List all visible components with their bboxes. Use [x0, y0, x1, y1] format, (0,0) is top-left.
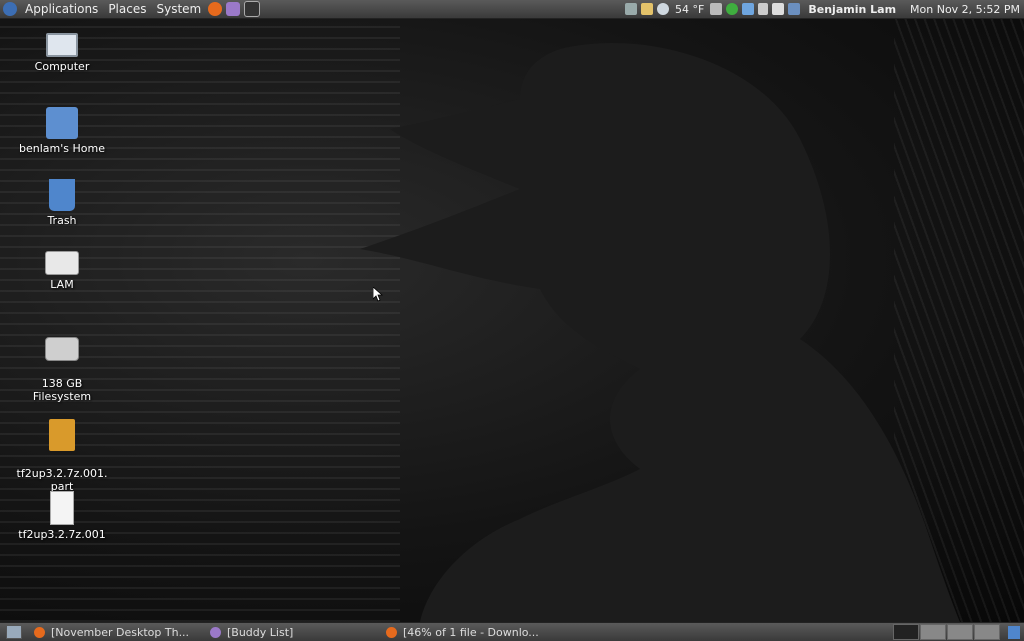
clock[interactable]: Mon Nov 2, 5:52 PM — [910, 3, 1020, 16]
firefox-icon — [34, 626, 45, 638]
desktop-icon-usb-drive[interactable]: LAM — [14, 251, 110, 291]
taskbar-item-label: [46% of 1 file - Downlo... — [403, 625, 539, 639]
taskbar-item-downloads[interactable]: [46% of 1 file - Downlo... — [380, 624, 552, 640]
workspace-2[interactable] — [920, 624, 946, 640]
download-icon — [386, 626, 397, 638]
desktop-icon-label: Computer — [34, 60, 90, 73]
desktop-icon-label: tf2up3.2.7z.001 — [18, 528, 106, 541]
bottom-panel: [November Desktop Th... [Buddy List] [46… — [0, 622, 1024, 641]
desktop-icon-label: LAM — [50, 278, 74, 291]
desktop-icon-label: benlam's Home — [19, 142, 105, 155]
mouse-pointer-icon — [373, 287, 384, 302]
workspace-switcher — [892, 624, 1000, 640]
document-icon — [50, 491, 74, 525]
terminal-launcher-icon[interactable] — [244, 1, 261, 17]
workspace-4[interactable] — [974, 624, 1000, 640]
folder-tray-icon[interactable] — [641, 3, 654, 15]
applications-menu[interactable]: Applications — [20, 2, 103, 16]
computer-icon — [46, 33, 78, 57]
desktop-icon-label: tf2up3.2.7z.001. part — [16, 467, 108, 493]
user-status-icon[interactable] — [788, 3, 801, 15]
usb-drive-icon — [45, 251, 79, 275]
pidgin-launcher-icon[interactable] — [226, 2, 241, 16]
network-icon[interactable] — [625, 3, 638, 15]
trash-icon — [49, 179, 75, 211]
desktop-icon-computer[interactable]: Computer — [14, 33, 110, 73]
weather-cloud-icon[interactable] — [657, 3, 670, 15]
places-menu[interactable]: Places — [103, 2, 151, 16]
desktop-icon-trash[interactable]: Trash — [14, 179, 110, 227]
system-tray: 54 °F Benjamin Lam Mon Nov 2, 5:52 PM — [623, 3, 1024, 16]
desktop-icon-label: Trash — [47, 214, 77, 227]
user-name[interactable]: Benjamin Lam — [808, 3, 896, 16]
fedora-logo-icon[interactable] — [3, 2, 17, 16]
pidgin-icon — [210, 626, 221, 638]
desktop-icon-label: 138 GB Filesystem — [32, 377, 92, 403]
taskbar-item-label: [November Desktop Th... — [51, 625, 190, 639]
taskbar-item-pidgin[interactable]: [Buddy List] — [204, 624, 376, 640]
workspace-1[interactable] — [893, 624, 919, 640]
workspace-3[interactable] — [947, 624, 973, 640]
update-icon[interactable] — [726, 3, 739, 15]
firefox-launcher-icon[interactable] — [208, 2, 223, 16]
trash-applet-icon[interactable] — [1008, 625, 1020, 639]
system-menu[interactable]: System — [151, 2, 206, 16]
wallpaper-silhouette — [360, 43, 960, 622]
printer-icon[interactable] — [710, 3, 723, 15]
desktop-icon-filesystem[interactable]: 138 GB Filesystem — [14, 324, 110, 416]
desktop: Computer benlam's Home Trash LAM 138 GB … — [0, 19, 1024, 622]
home-folder-icon — [46, 107, 78, 139]
hard-drive-icon — [45, 337, 79, 361]
show-desktop-icon[interactable] — [6, 625, 22, 639]
desktop-icon-home[interactable]: benlam's Home — [14, 107, 110, 155]
package-icon — [49, 419, 75, 451]
desktop-icon-document[interactable]: tf2up3.2.7z.001 — [14, 491, 110, 541]
taskbar-item-firefox[interactable]: [November Desktop Th... — [28, 624, 200, 640]
weather-temperature: 54 °F — [675, 2, 705, 16]
taskbar-item-label: [Buddy List] — [227, 625, 294, 639]
top-panel: Applications Places System 54 °F Benjami… — [0, 0, 1024, 19]
battery-icon[interactable] — [758, 3, 769, 15]
signal-bars-icon[interactable] — [742, 3, 755, 15]
volume-icon[interactable] — [772, 3, 785, 15]
